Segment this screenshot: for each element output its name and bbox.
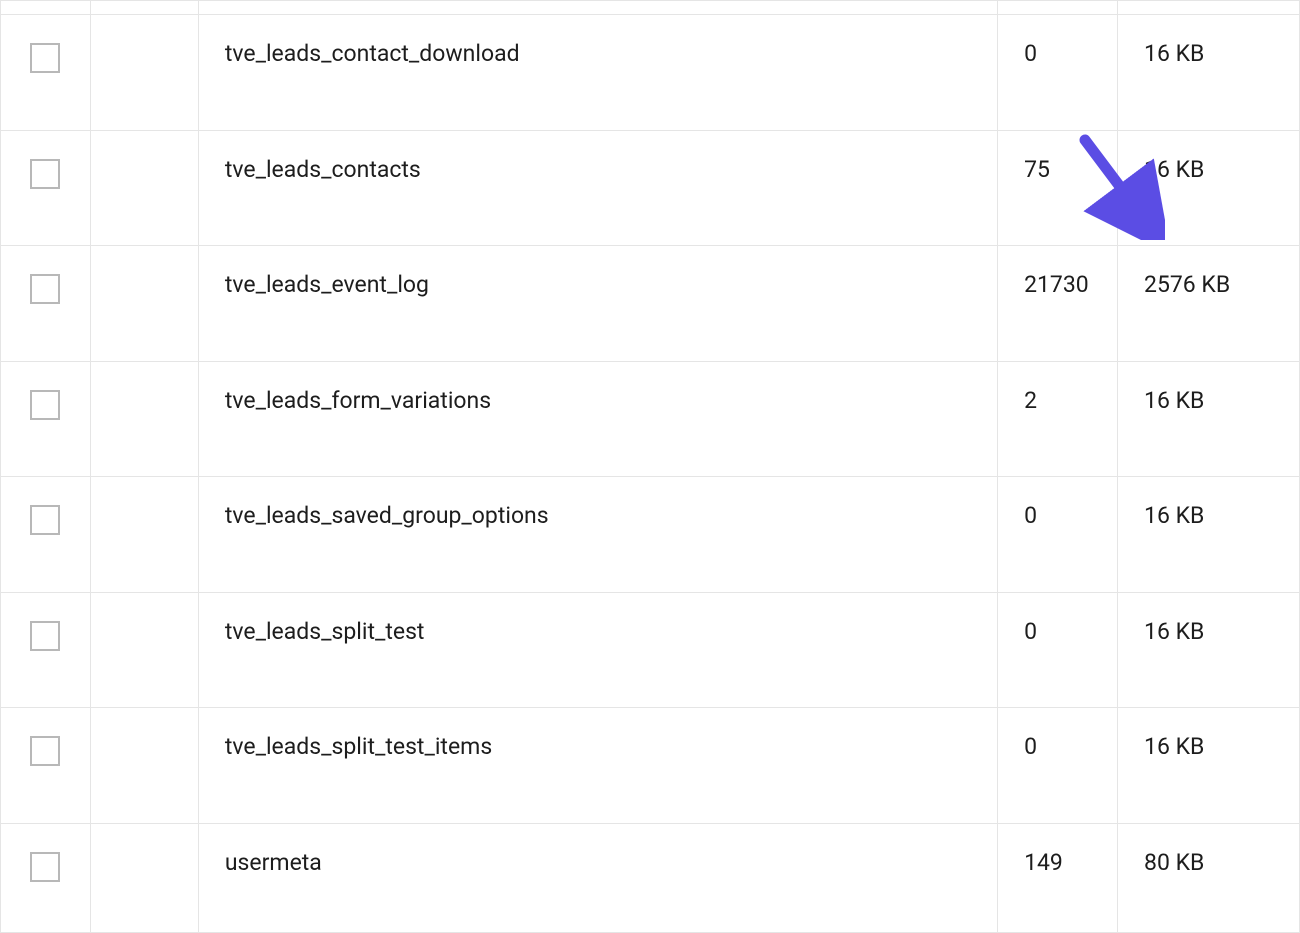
row-count: 21730 xyxy=(998,246,1118,362)
icon-cell xyxy=(90,130,198,246)
partial-row-top xyxy=(1,1,1300,15)
table-name: tve_leads_split_test xyxy=(198,592,997,708)
row-count: 149 xyxy=(998,823,1118,933)
checkbox-cell xyxy=(1,130,91,246)
table-name: tve_leads_form_variations xyxy=(198,361,997,477)
table-name: tve_leads_event_log xyxy=(198,246,997,362)
table-row: usermeta 149 80 KB xyxy=(1,823,1300,933)
table-row: tve_leads_form_variations 2 16 KB xyxy=(1,361,1300,477)
row-select-checkbox[interactable] xyxy=(30,621,60,651)
row-count: 0 xyxy=(998,592,1118,708)
checkbox-cell xyxy=(1,477,91,593)
table-name: tve_leads_contact_download xyxy=(198,15,997,131)
table-size: 2576 KB xyxy=(1118,246,1300,362)
icon-cell xyxy=(90,823,198,933)
icon-cell xyxy=(90,708,198,824)
database-tables-list: tve_leads_contact_download 0 16 KB tve_l… xyxy=(0,0,1300,933)
row-select-checkbox[interactable] xyxy=(30,505,60,535)
table-size: 16 KB xyxy=(1118,708,1300,824)
table-name: tve_leads_saved_group_options xyxy=(198,477,997,593)
row-count: 2 xyxy=(998,361,1118,477)
icon-cell xyxy=(90,361,198,477)
table-name: tve_leads_split_test_items xyxy=(198,708,997,824)
icon-cell xyxy=(90,477,198,593)
row-select-checkbox[interactable] xyxy=(30,390,60,420)
row-count: 75 xyxy=(998,130,1118,246)
row-count: 0 xyxy=(998,15,1118,131)
row-count: 0 xyxy=(998,708,1118,824)
row-select-checkbox[interactable] xyxy=(30,274,60,304)
row-select-checkbox[interactable] xyxy=(30,736,60,766)
table-row: tve_leads_split_test 0 16 KB xyxy=(1,592,1300,708)
row-count: 0 xyxy=(998,477,1118,593)
table-row: tve_leads_saved_group_options 0 16 KB xyxy=(1,477,1300,593)
table-row: tve_leads_split_test_items 0 16 KB xyxy=(1,708,1300,824)
table-size: 16 KB xyxy=(1118,130,1300,246)
row-select-checkbox[interactable] xyxy=(30,159,60,189)
icon-cell xyxy=(90,592,198,708)
checkbox-cell xyxy=(1,592,91,708)
table-size: 80 KB xyxy=(1118,823,1300,933)
table-row: tve_leads_contacts 75 16 KB xyxy=(1,130,1300,246)
table-size: 16 KB xyxy=(1118,477,1300,593)
icon-cell xyxy=(90,15,198,131)
icon-cell xyxy=(90,246,198,362)
table-size: 16 KB xyxy=(1118,361,1300,477)
checkbox-cell xyxy=(1,246,91,362)
table-row: tve_leads_event_log 21730 2576 KB xyxy=(1,246,1300,362)
table-size: 16 KB xyxy=(1118,15,1300,131)
row-select-checkbox[interactable] xyxy=(30,852,60,882)
table-name: usermeta xyxy=(198,823,997,933)
checkbox-cell xyxy=(1,15,91,131)
checkbox-cell xyxy=(1,708,91,824)
table-row: tve_leads_contact_download 0 16 KB xyxy=(1,15,1300,131)
row-select-checkbox[interactable] xyxy=(30,43,60,73)
table-name: tve_leads_contacts xyxy=(198,130,997,246)
checkbox-cell xyxy=(1,361,91,477)
table-size: 16 KB xyxy=(1118,592,1300,708)
checkbox-cell xyxy=(1,823,91,933)
